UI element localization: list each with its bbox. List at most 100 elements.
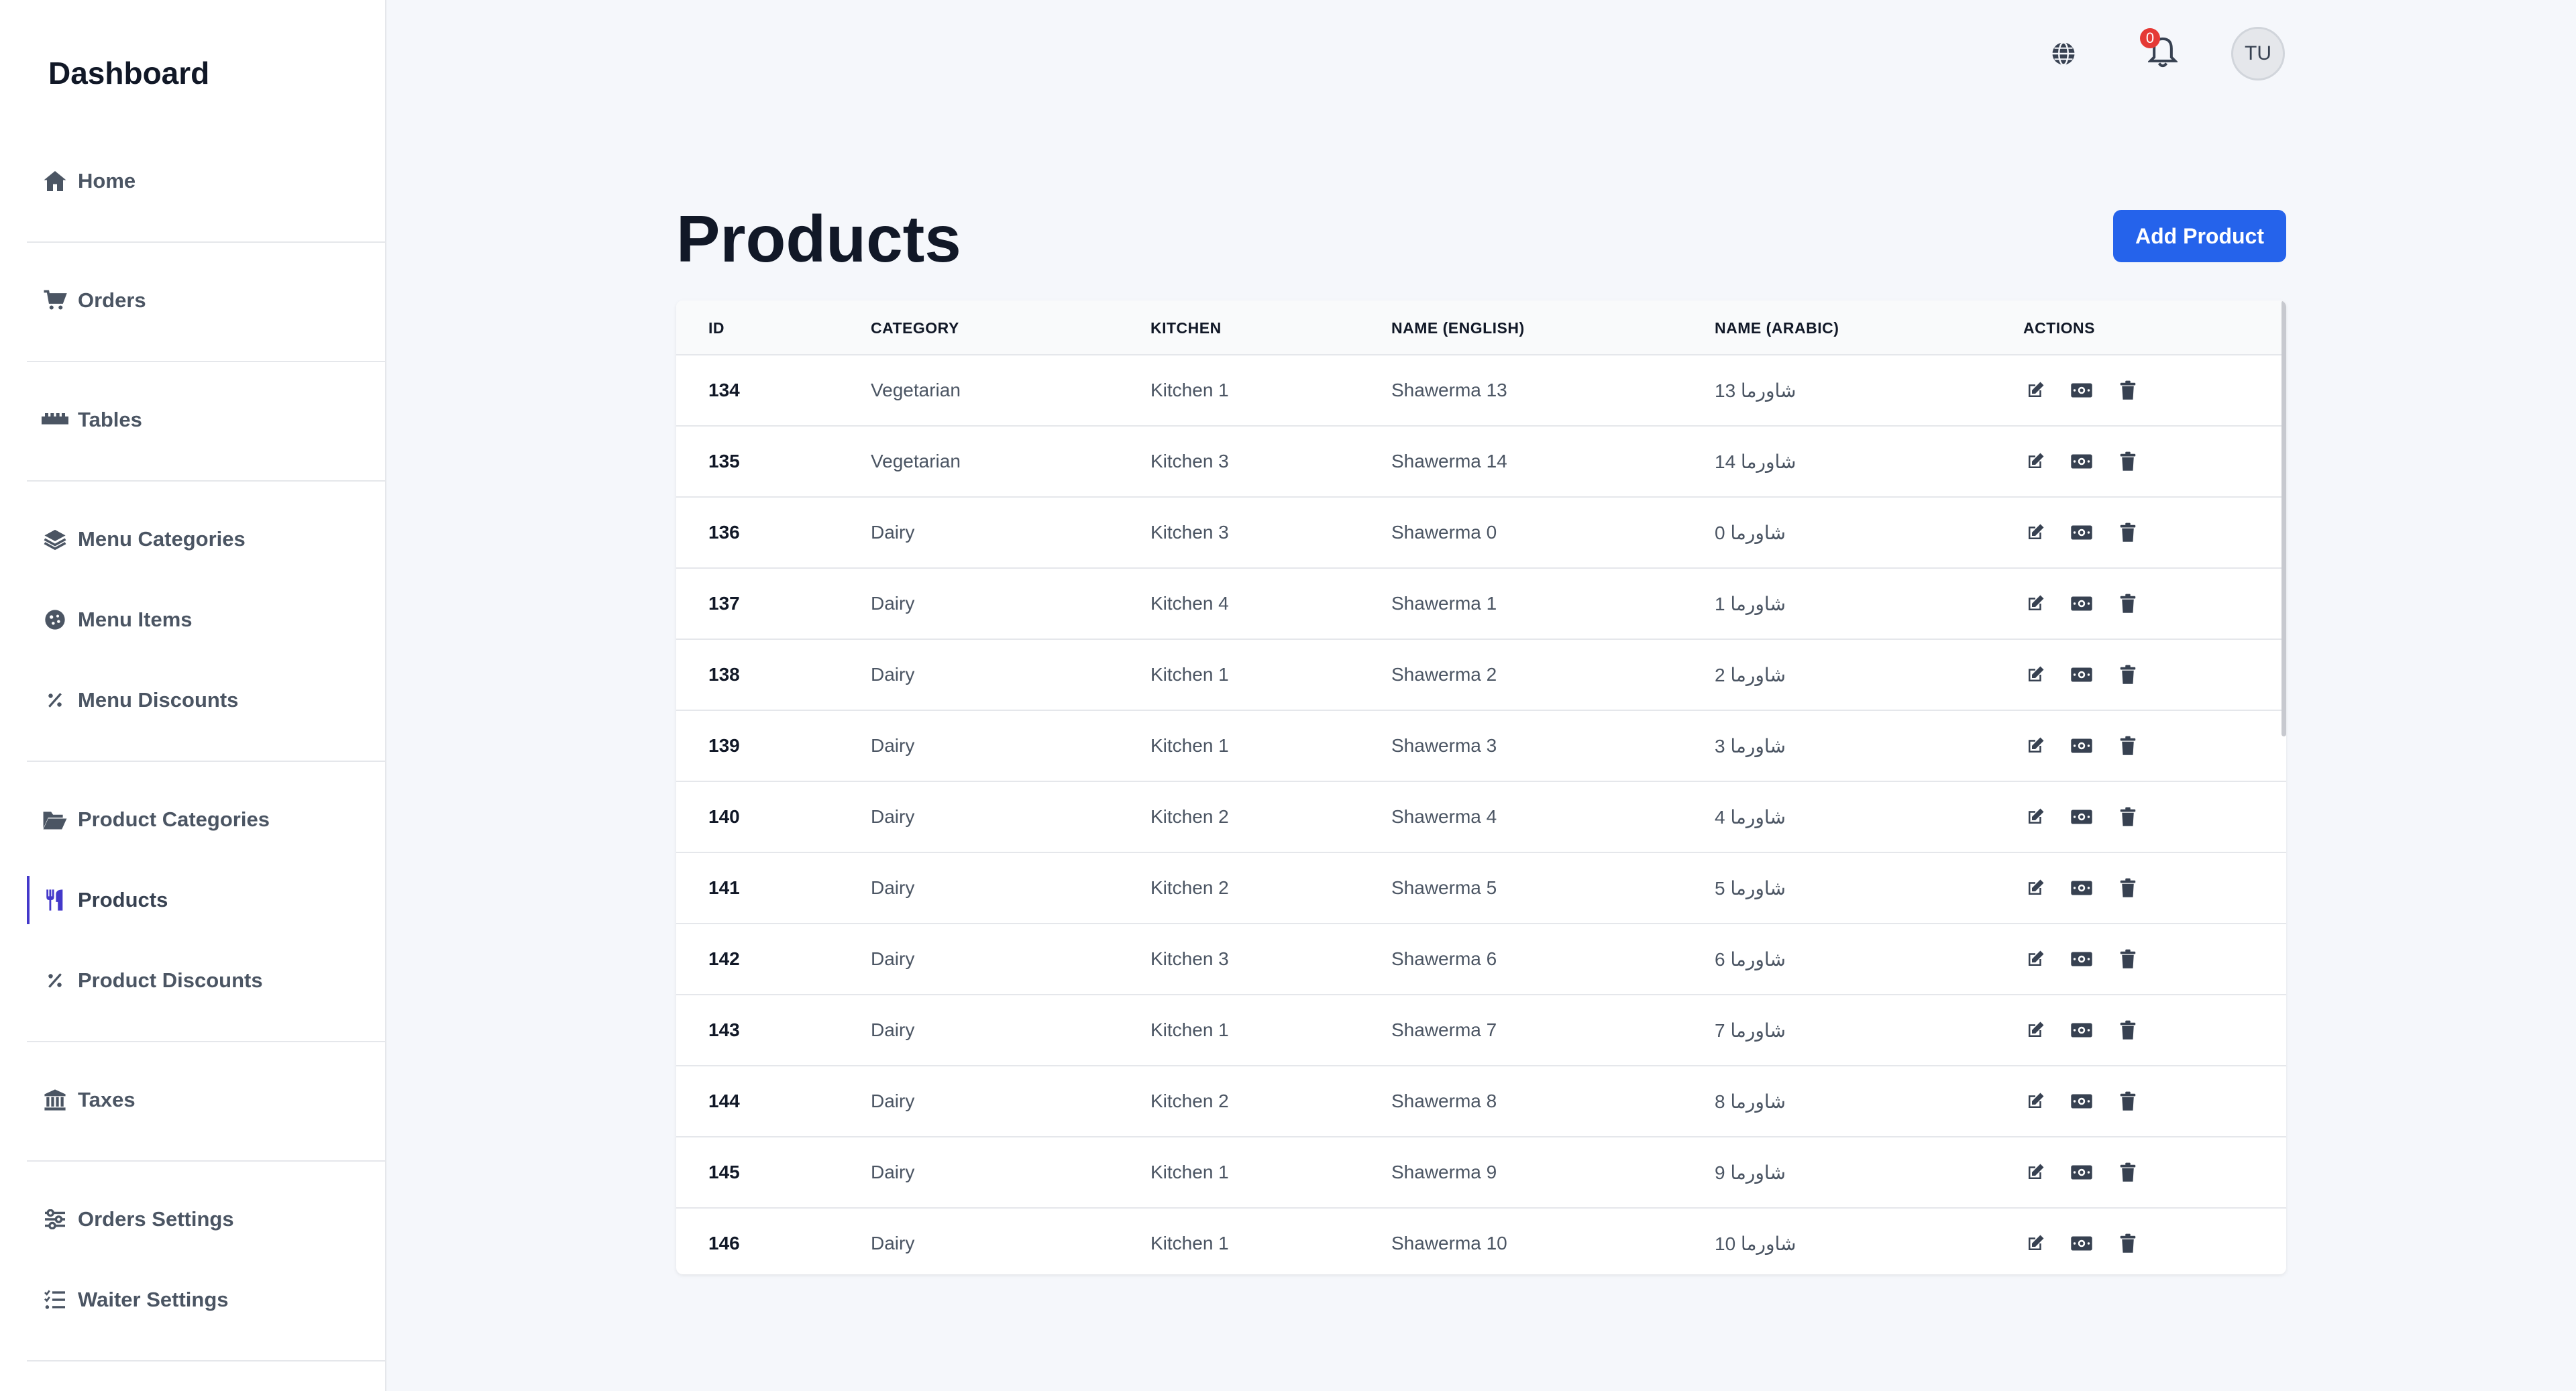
edit-icon[interactable] [2022,590,2049,617]
trash-icon[interactable] [2114,448,2141,475]
sidebar-item-menu-discounts[interactable]: Menu Discounts [27,667,385,734]
sliders-icon [42,1206,68,1233]
edit-icon[interactable] [2022,803,2049,830]
cash-icon[interactable] [2068,875,2095,901]
sidebar-item-waiter-settings[interactable]: Waiter Settings [27,1266,385,1333]
cell-category: Dairy [871,1091,915,1111]
cell-name-arabic: شاورما 9 [1715,1162,1786,1183]
column-header-actions: ACTIONS [2023,319,2095,337]
cell-name-english: Shawerma 14 [1391,451,1507,471]
edit-icon[interactable] [2022,946,2049,972]
edit-icon[interactable] [2022,1159,2049,1186]
sidebar-item-tables[interactable]: Tables [27,386,385,453]
sidebar-item-products[interactable]: Products [27,867,385,934]
cash-icon[interactable] [2068,946,2095,972]
trash-icon[interactable] [2114,803,2141,830]
products-table: ID CATEGORY KITCHEN NAME (ENGLISH) NAME … [676,300,2286,1274]
edit-icon[interactable] [2022,1088,2049,1115]
trash-icon[interactable] [2114,377,2141,404]
cash-icon[interactable] [2068,803,2095,830]
column-header-category: CATEGORY [871,319,959,337]
add-product-button[interactable]: Add Product [2113,210,2286,262]
cell-name-arabic: شاورما 1 [1715,594,1786,614]
edit-icon[interactable] [2022,1017,2049,1044]
sidebar-item-product-discounts[interactable]: Product Discounts [27,947,385,1014]
cell-name-english: Shawerma 9 [1391,1162,1497,1182]
cookie-icon [42,606,68,633]
table-row: 142 Dairy Kitchen 3 Shawerma 6 شاورما 6 [676,923,2286,994]
trash-icon[interactable] [2114,590,2141,617]
sidebar-item-orders-settings[interactable]: Orders Settings [27,1186,385,1253]
sidebar-item-product-categories[interactable]: Product Categories [27,786,385,853]
cell-kitchen: Kitchen 1 [1150,664,1229,685]
globe-icon[interactable] [2050,40,2077,67]
cash-icon[interactable] [2068,1230,2095,1257]
trash-icon[interactable] [2114,1159,2141,1186]
cell-name-english: Shawerma 2 [1391,664,1497,685]
table-scrollbar[interactable] [2282,300,2286,736]
column-header-name-arabic: NAME (ARABIC) [1715,319,1839,337]
sidebar-divider [27,1360,385,1361]
column-header-id: ID [708,319,724,337]
percent-icon [42,967,68,994]
table-row: 136 Dairy Kitchen 3 Shawerma 0 شاورما 0 [676,496,2286,567]
cell-name-arabic: شاورما 2 [1715,665,1786,685]
table-icon [42,406,68,433]
edit-icon[interactable] [2022,448,2049,475]
cell-id: 140 [708,806,740,827]
trash-icon[interactable] [2114,519,2141,546]
cell-category: Dairy [871,1162,915,1182]
table-row: 140 Dairy Kitchen 2 Shawerma 4 شاورما 4 [676,781,2286,852]
cash-icon[interactable] [2068,590,2095,617]
edit-icon[interactable] [2022,377,2049,404]
trash-icon[interactable] [2114,875,2141,901]
cash-icon[interactable] [2068,448,2095,475]
cell-kitchen: Kitchen 3 [1150,522,1229,543]
trash-icon[interactable] [2114,1230,2141,1257]
sidebar-item-menu-items[interactable]: Menu Items [27,586,385,653]
cell-id: 138 [708,664,740,685]
edit-icon[interactable] [2022,519,2049,546]
cell-kitchen: Kitchen 4 [1150,593,1229,614]
cash-icon[interactable] [2068,732,2095,759]
avatar[interactable]: TU [2231,27,2285,80]
cash-icon[interactable] [2068,519,2095,546]
cell-category: Dairy [871,735,915,756]
cell-id: 143 [708,1019,740,1040]
sidebar: Dashboard Home Orders Tables Menu Catego… [0,0,386,1391]
edit-icon[interactable] [2022,732,2049,759]
sidebar-item-menu-categories[interactable]: Menu Categories [27,506,385,573]
edit-icon[interactable] [2022,875,2049,901]
edit-icon[interactable] [2022,1230,2049,1257]
sidebar-item-home[interactable]: Home [27,148,385,215]
sidebar-item-orders[interactable]: Orders [27,267,385,334]
layers-icon [42,526,68,553]
trash-icon[interactable] [2114,946,2141,972]
cash-icon[interactable] [2068,661,2095,688]
cash-icon[interactable] [2068,377,2095,404]
sidebar-item-taxes[interactable]: Taxes [27,1066,385,1133]
list-check-icon [42,1286,68,1313]
cell-name-arabic: شاورما 10 [1715,1233,1796,1254]
sidebar-item-label: Tables [78,408,142,431]
sidebar-item-label: Products [78,888,168,911]
cash-icon[interactable] [2068,1088,2095,1115]
trash-icon[interactable] [2114,1017,2141,1044]
cash-icon[interactable] [2068,1017,2095,1044]
cell-category: Dairy [871,664,915,685]
cell-name-english: Shawerma 8 [1391,1091,1497,1111]
cell-category: Dairy [871,948,915,969]
trash-icon[interactable] [2114,732,2141,759]
cell-id: 134 [708,380,740,400]
trash-icon[interactable] [2114,661,2141,688]
cell-kitchen: Kitchen 1 [1150,1019,1229,1040]
column-header-name-english: NAME (ENGLISH) [1391,319,1525,337]
cell-name-arabic: شاورما 13 [1715,380,1796,401]
edit-icon[interactable] [2022,661,2049,688]
cash-icon[interactable] [2068,1159,2095,1186]
sidebar-item-label: Orders Settings [78,1207,234,1231]
cell-category: Dairy [871,1019,915,1040]
cell-category: Dairy [871,522,915,543]
trash-icon[interactable] [2114,1088,2141,1115]
percent-icon [42,687,68,714]
